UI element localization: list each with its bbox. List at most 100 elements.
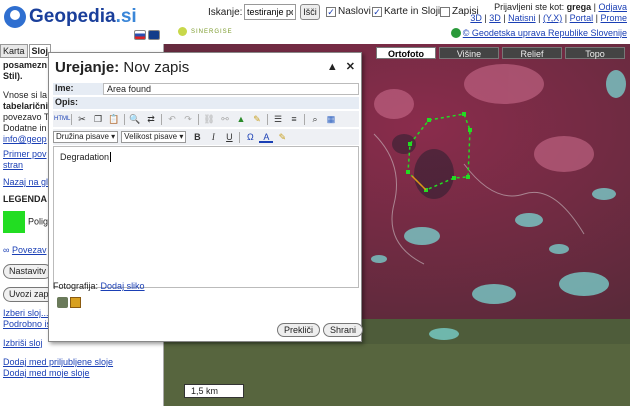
link-chain-icon: ∞	[3, 245, 10, 255]
zoom-icon[interactable]: ⌕	[308, 113, 322, 125]
ime-input[interactable]: Area found	[103, 83, 359, 95]
print-link[interactable]: Natisni	[508, 13, 536, 23]
text-cursor	[110, 152, 112, 162]
search-button[interactable]: Išči	[300, 4, 320, 20]
save-button[interactable]: Shrani	[323, 323, 364, 337]
povezava-link[interactable]: Povezav	[12, 245, 47, 255]
bold-icon[interactable]: B	[190, 131, 204, 143]
ime-label: Ime:	[55, 83, 74, 93]
opis-field-row: Opis:	[53, 97, 359, 109]
dialog-controls: ▲ ✕	[327, 60, 355, 73]
unordered-list-icon[interactable]: ≡	[287, 113, 301, 125]
separator	[71, 113, 72, 125]
separator	[124, 113, 125, 125]
logo-text: Geopedia.si	[29, 6, 137, 27]
cancel-button[interactable]: Prekliči	[277, 323, 321, 337]
promet-link[interactable]: Prome	[600, 13, 627, 23]
add-favourite-link[interactable]: Dodaj med priljubljene sloje	[3, 357, 113, 367]
example-link[interactable]: Primer pov	[3, 149, 47, 159]
copy-icon[interactable]: ❐	[91, 113, 105, 125]
gurs-logo-icon	[450, 28, 461, 38]
close-icon[interactable]: ✕	[346, 61, 355, 73]
table-icon[interactable]: ▦	[324, 113, 338, 125]
flag-uk-icon[interactable]	[148, 30, 160, 40]
tab-relief[interactable]: Relief	[502, 47, 562, 59]
font-family-select[interactable]: Družina pisave ▾	[53, 131, 119, 143]
import-button[interactable]: Uvozi zap	[3, 287, 55, 302]
editor-toolbar-1: HTML ✂ ❐ 📋 🔍 ⇄ ↶ ↷ ⛓ ⚯ ▲ ✎ ☰ ≡ ⌕ ▦	[53, 111, 359, 127]
link-icon[interactable]: ⛓	[202, 113, 216, 125]
coordinates-link[interactable]: (Y,X)	[543, 13, 562, 23]
add-geometry-icon[interactable]	[70, 297, 81, 308]
separator	[239, 131, 241, 143]
highlight-icon[interactable]: ✎	[275, 131, 289, 143]
search-input[interactable]	[244, 4, 296, 20]
map-scale-bar: 1,5 km	[184, 384, 244, 398]
flag-slovenia-icon[interactable]	[134, 30, 146, 40]
ordered-list-icon[interactable]: ☰	[271, 113, 285, 125]
email-link[interactable]: info@geop	[3, 134, 47, 144]
user-info: Prijavljeni ste kot: grega | Odjava 3D |…	[470, 2, 627, 23]
link-3d-a[interactable]: 3D	[470, 13, 482, 23]
separator	[267, 113, 268, 125]
select-layer-link[interactable]: Izberi sloj...	[3, 308, 49, 318]
checkbox-unchecked-icon	[440, 6, 450, 17]
checkbox-checked-icon: ✓	[372, 6, 382, 17]
paste-icon[interactable]: 📋	[107, 113, 121, 125]
ime-field-row: Ime: Area found	[53, 83, 359, 95]
text-color-icon[interactable]: A	[259, 131, 274, 143]
undo-icon[interactable]: ↶	[165, 113, 179, 125]
settings-button[interactable]: Nastavitv	[3, 264, 53, 279]
record-tools	[57, 297, 83, 308]
replace-icon[interactable]: ⇄	[144, 113, 158, 125]
editor-text: Degradation	[60, 152, 110, 162]
clean-format-icon[interactable]: ✎	[250, 113, 264, 125]
sinergise-logo[interactable]: SINERGISE	[178, 27, 233, 36]
user-name: grega	[566, 2, 592, 12]
checkbox-karte-in-sloji[interactable]: ✓ Karte in Sloji	[372, 6, 440, 17]
portal-link[interactable]: Portal	[570, 13, 594, 23]
sinergise-icon	[178, 27, 187, 36]
trash-icon[interactable]	[57, 297, 68, 308]
search-label: Iskanje:	[208, 7, 243, 18]
dialog-title: Urejanje: Nov zapis	[55, 59, 190, 76]
photo-row: Fotografija: Dodaj sliko	[53, 281, 145, 291]
edit-record-dialog: Urejanje: Nov zapis ▲ ✕ Ime: Area found …	[48, 52, 364, 342]
insert-image-icon[interactable]: ▲	[234, 113, 248, 125]
add-my-layers-link[interactable]: Dodaj med moje sloje	[3, 368, 90, 378]
globe-icon	[4, 6, 26, 28]
legend-swatch	[3, 211, 25, 233]
underline-icon[interactable]: U	[222, 131, 236, 143]
cut-icon[interactable]: ✂	[75, 113, 89, 125]
font-size-select[interactable]: Velikost pisave ▾	[121, 131, 187, 143]
header: Geopedia.si SINERGISE Iskanje: Išči ✓Nas…	[0, 0, 630, 44]
tab-topo[interactable]: Topo	[565, 47, 625, 59]
example-link-cont[interactable]: stran	[3, 160, 23, 170]
map-layer-tabs: Ortofoto Višine Relief Topo	[376, 47, 628, 59]
link-3d-b[interactable]: 3D	[489, 13, 501, 23]
special-char-icon[interactable]: Ω	[243, 131, 257, 143]
find-icon[interactable]: 🔍	[128, 113, 142, 125]
separator	[198, 113, 199, 125]
minimize-icon[interactable]: ▲	[327, 61, 338, 73]
unlink-icon[interactable]: ⚯	[218, 113, 232, 125]
separator	[161, 113, 162, 125]
logo[interactable]: Geopedia.si	[4, 6, 137, 28]
photo-label: Fotografija:	[53, 281, 99, 291]
back-link[interactable]: Nazaj na gl	[3, 177, 48, 187]
editor-toolbar-2: Družina pisave ▾ Velikost pisave ▾ B I U…	[53, 129, 359, 145]
tab-karta[interactable]: Karta	[0, 44, 28, 58]
description-editor[interactable]: Degradation	[53, 146, 359, 288]
opis-label: Opis:	[55, 97, 79, 107]
redo-icon[interactable]: ↷	[181, 113, 195, 125]
logout-link[interactable]: Odjava	[598, 2, 627, 12]
copyright: © Geodetska uprava Republike Slovenije	[450, 28, 627, 38]
separator	[304, 113, 305, 125]
tab-visine[interactable]: Višine	[439, 47, 499, 59]
add-photo-link[interactable]: Dodaj sliko	[101, 281, 145, 291]
delete-layer-link[interactable]: Izbriši sloj	[3, 338, 43, 348]
html-source-icon[interactable]: HTML	[54, 113, 70, 125]
checkbox-naslovi[interactable]: ✓ Naslovi	[326, 6, 371, 17]
tab-ortofoto[interactable]: Ortofoto	[376, 47, 436, 59]
italic-icon[interactable]: I	[206, 131, 220, 143]
